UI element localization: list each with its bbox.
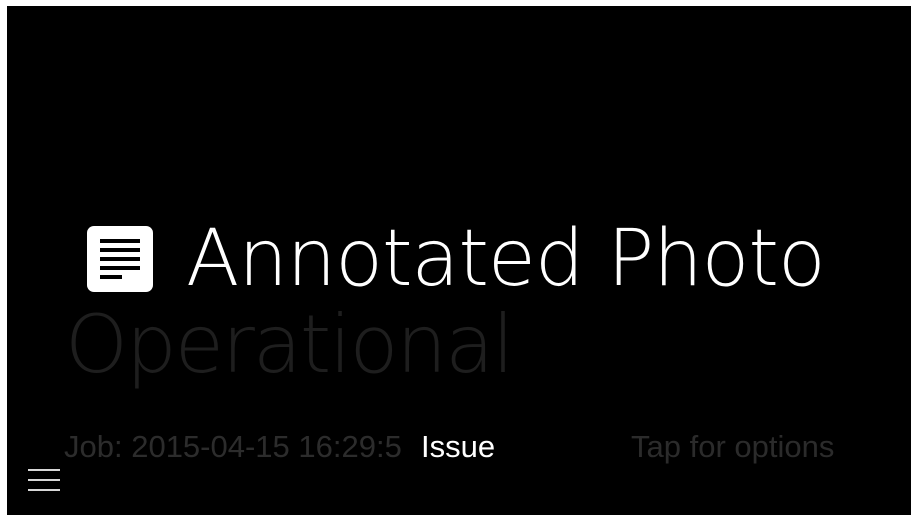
footer-left: Job: 2015-04-15 16:29:5 Issue [64, 429, 495, 465]
issue-label: Issue [421, 429, 496, 464]
menu-icon[interactable] [28, 469, 60, 493]
document-icon [87, 226, 153, 292]
tap-for-options-hint: Tap for options [631, 429, 835, 464]
job-timestamp: Job: 2015-04-15 16:29:5 [64, 429, 402, 464]
title-row: Annotated Photo [87, 214, 826, 304]
glass-card[interactable]: Annotated Photo Operational Job: 2015-04… [7, 6, 911, 515]
card-subtitle: Operational [65, 298, 514, 391]
card-title: Annotated Photo [186, 214, 826, 304]
